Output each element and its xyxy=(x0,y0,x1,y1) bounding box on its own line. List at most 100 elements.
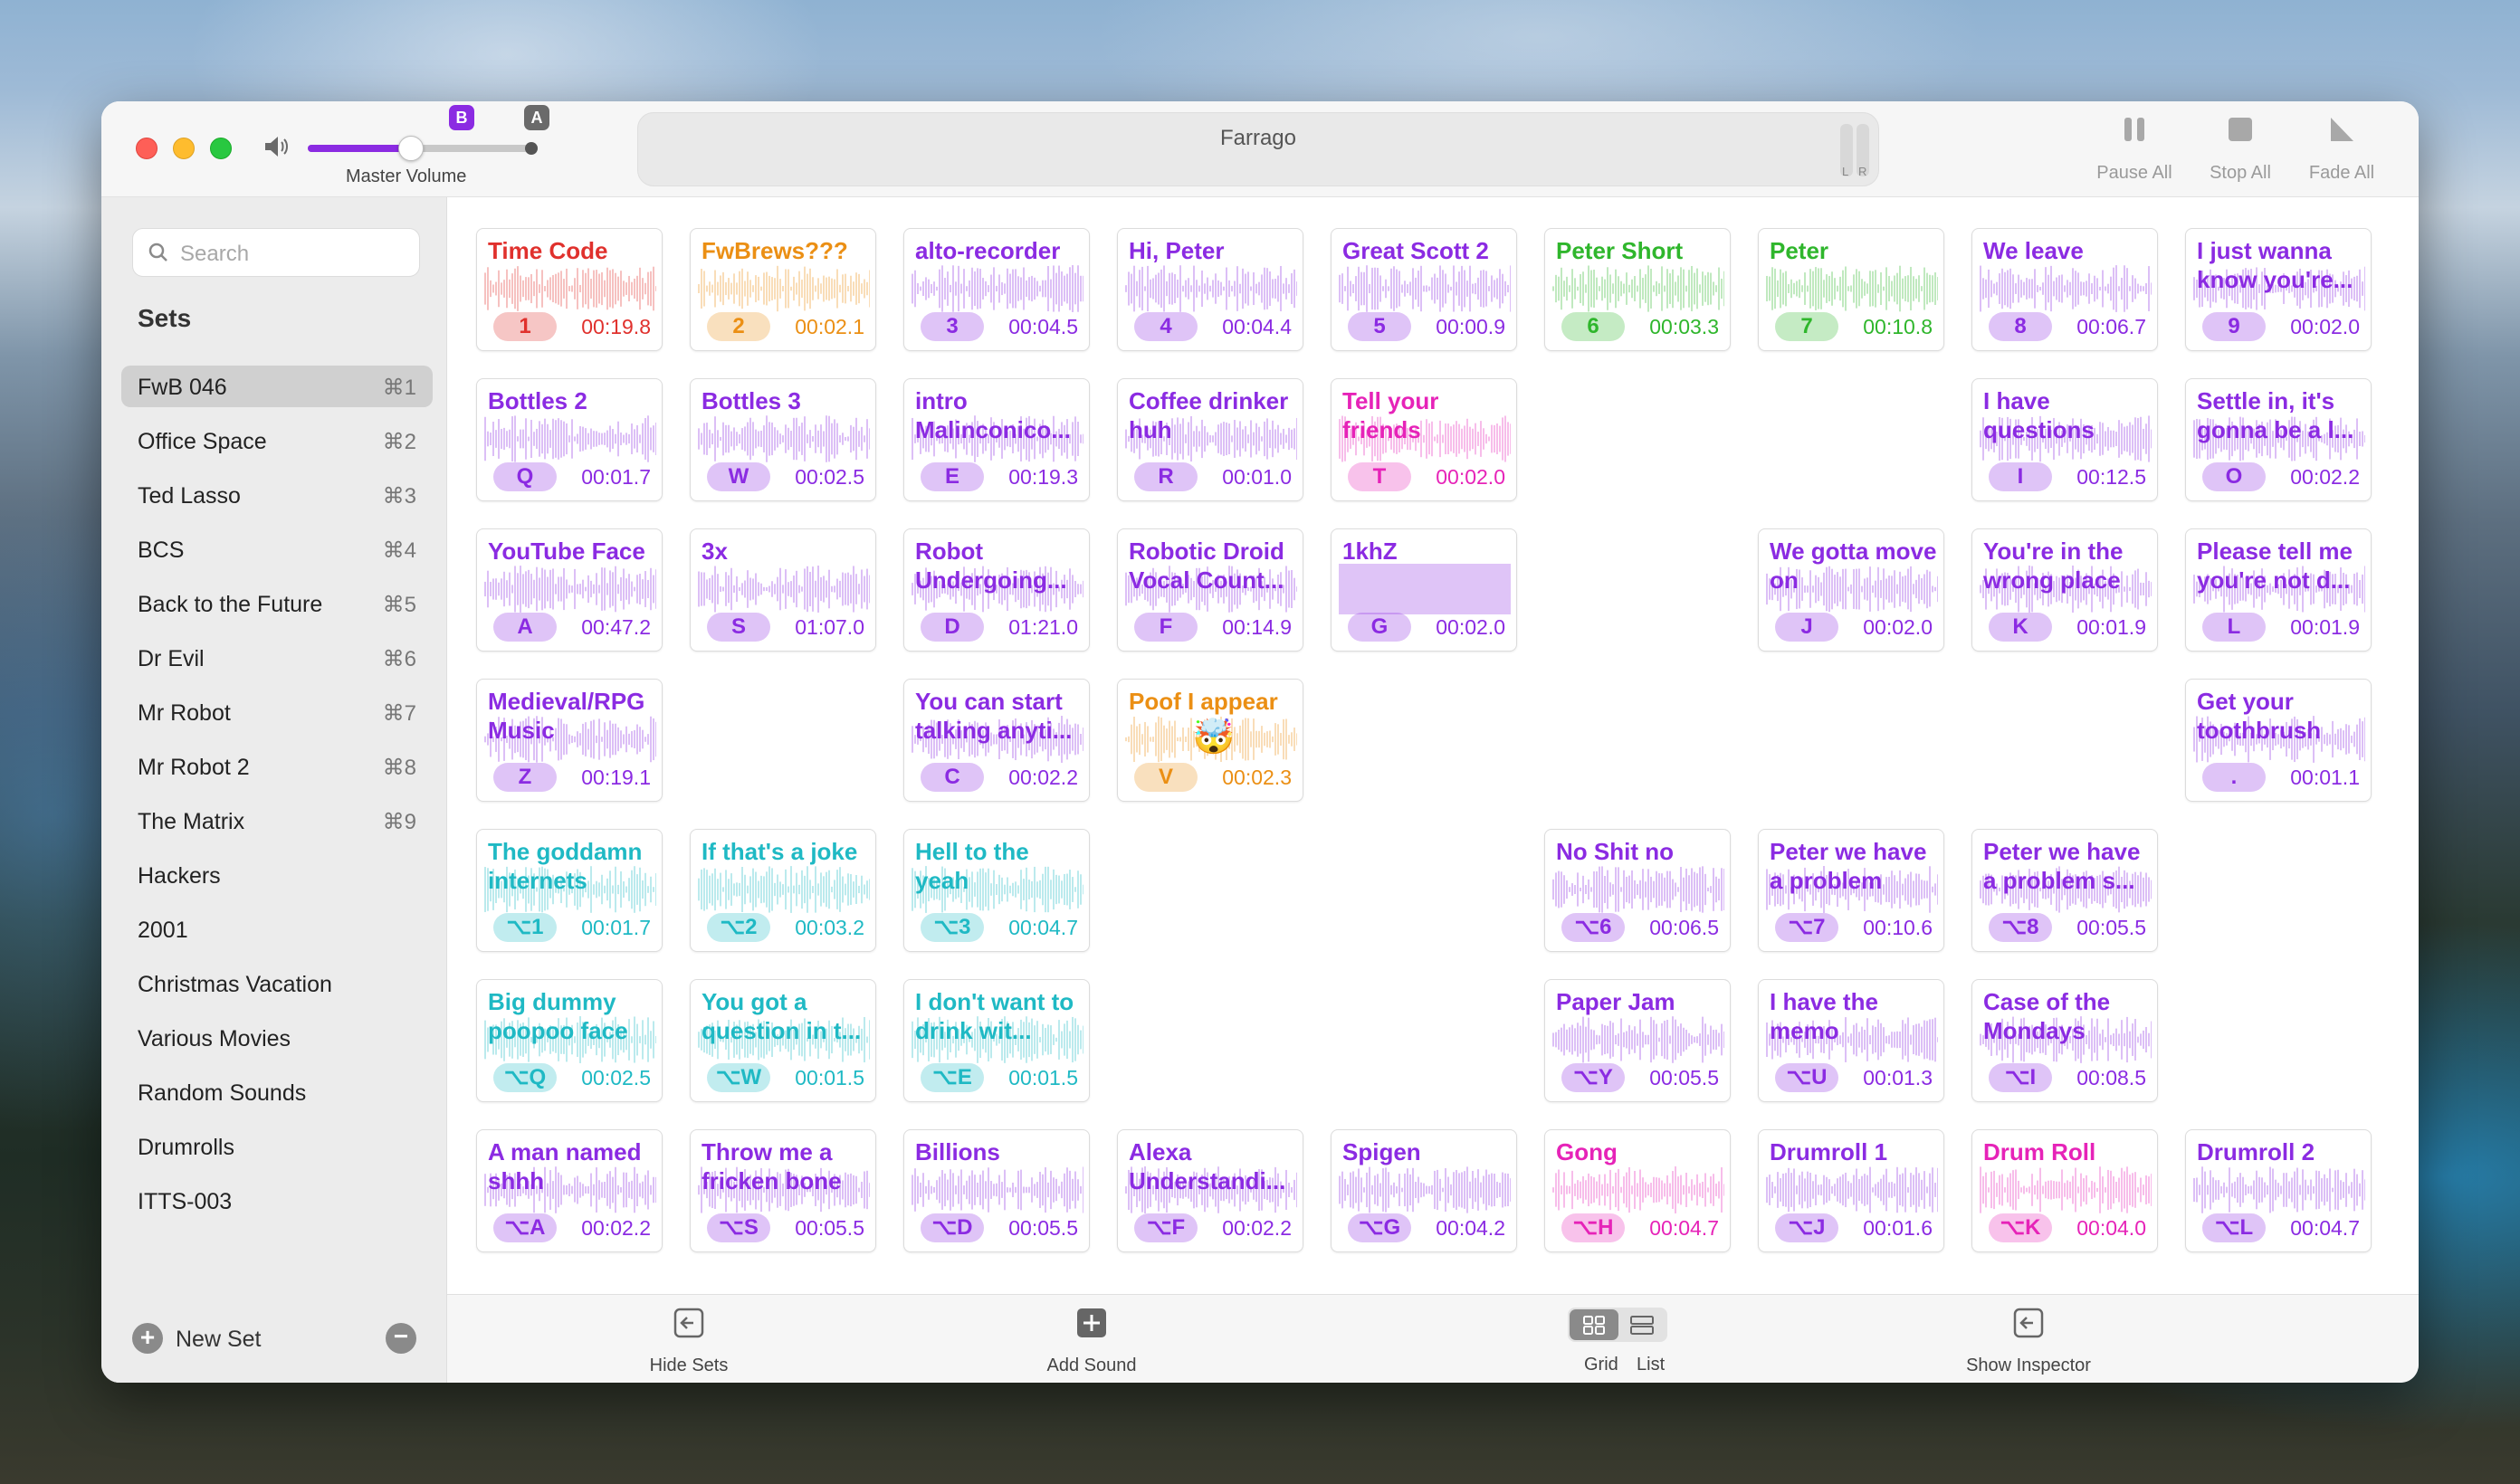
view-mode-toggle[interactable] xyxy=(1568,1308,1667,1342)
sound-tile[interactable]: Drum Roll ⌥K 00:04.0 xyxy=(1971,1129,2158,1252)
sound-tile[interactable]: Peter Short 6 00:03.3 xyxy=(1544,228,1731,351)
sound-tile[interactable]: No Shit no ⌥6 00:06.5 xyxy=(1544,829,1731,952)
set-item[interactable]: BCS ⌘4 xyxy=(121,528,433,570)
set-item[interactable]: Random Sounds xyxy=(121,1071,433,1113)
sound-tile[interactable]: A man named shhh ⌥A 00:02.2 xyxy=(476,1129,663,1252)
sound-tile[interactable]: Hell to the yeah ⌥3 00:04.7 xyxy=(903,829,1090,952)
sound-tile[interactable]: I have questions I 00:12.5 xyxy=(1971,378,2158,501)
sound-grid: Time Code 1 00:19.8 FwBrews??? 2 00:02.1 alto-… xyxy=(476,228,2395,1278)
sound-duration: 00:02.0 xyxy=(2290,315,2360,338)
set-item[interactable]: FwB 046 ⌘1 xyxy=(121,366,433,407)
sound-tile[interactable]: Peter we have a problem ⌥7 00:10.6 xyxy=(1758,829,1944,952)
master-volume-slider[interactable] xyxy=(308,136,538,161)
sound-tile[interactable]: I just wanna know you're... 9 00:02.0 xyxy=(2185,228,2372,351)
plus-icon: + xyxy=(132,1323,163,1354)
master-volume-knob[interactable] xyxy=(398,136,425,161)
pause-all-button[interactable]: Pause All xyxy=(2089,114,2180,184)
sound-tile[interactable]: Tell your friends T 00:02.0 xyxy=(1331,378,1517,501)
speaker-icon[interactable] xyxy=(262,134,291,159)
hotkey-badge: J xyxy=(1775,613,1838,642)
sound-tile[interactable]: Billions ⌥D 00:05.5 xyxy=(903,1129,1090,1252)
set-item[interactable]: Mr Robot 2 ⌘8 xyxy=(121,746,433,787)
waveform-graphic xyxy=(912,265,1083,312)
set-item[interactable]: 2001 xyxy=(121,908,433,950)
set-item[interactable]: Office Space ⌘2 xyxy=(121,420,433,461)
hotkey-badge: ⌥K xyxy=(1989,1213,2052,1242)
sound-tile[interactable]: intro Malinconico... E 00:19.3 xyxy=(903,378,1090,501)
sound-tile[interactable]: Drumroll 2 ⌥L 00:04.7 xyxy=(2185,1129,2372,1252)
sound-duration: 00:04.5 xyxy=(1008,315,1078,338)
sound-tile[interactable]: We leave 8 00:06.7 xyxy=(1971,228,2158,351)
sound-tile[interactable]: Robotic Droid Vocal Count... F 00:14.9 xyxy=(1117,528,1303,652)
set-item[interactable]: Mr Robot ⌘7 xyxy=(121,691,433,733)
set-item[interactable]: ITTS-003 xyxy=(121,1180,433,1222)
sound-tile[interactable]: The goddamn internets ⌥1 00:01.7 xyxy=(476,829,663,952)
sound-tile[interactable]: 3x S 01:07.0 xyxy=(690,528,876,652)
sound-tile[interactable]: I don't want to drink wit... ⌥E 00:01.5 xyxy=(903,979,1090,1102)
sound-tile[interactable]: Robot Undergoing... D 01:21.0 xyxy=(903,528,1090,652)
sound-tile[interactable]: We gotta move on J 00:02.0 xyxy=(1758,528,1944,652)
sound-tile[interactable]: Bottles 3 W 00:02.5 xyxy=(690,378,876,501)
show-inspector-label: Show Inspector xyxy=(1966,1356,2091,1375)
search-field[interactable]: Search xyxy=(132,228,420,277)
zoom-window-button[interactable] xyxy=(210,138,232,159)
set-item[interactable]: The Matrix ⌘9 xyxy=(121,800,433,842)
sound-tile[interactable]: Time Code 1 00:19.8 xyxy=(476,228,663,351)
sound-duration: 00:01.7 xyxy=(581,916,651,939)
sound-tile[interactable]: Poof I appear 🤯 V 00:02.3 xyxy=(1117,679,1303,802)
set-item[interactable]: Various Movies xyxy=(121,1017,433,1059)
sound-tile[interactable]: Alexa Understandi... ⌥F 00:02.2 xyxy=(1117,1129,1303,1252)
sound-tile[interactable]: I have the memo ⌥U 00:01.3 xyxy=(1758,979,1944,1102)
sound-tile[interactable]: Peter we have a problem s... ⌥8 00:05.5 xyxy=(1971,829,2158,952)
sound-tile[interactable]: Peter 7 00:10.8 xyxy=(1758,228,1944,351)
remove-set-button[interactable]: − xyxy=(386,1323,416,1354)
grid-view-button[interactable] xyxy=(1570,1309,1618,1340)
set-item-label: Mr Robot 2 xyxy=(138,755,250,780)
set-item[interactable]: Ted Lasso ⌘3 xyxy=(121,474,433,516)
sound-tile[interactable]: Medieval/RPG Music Z 00:19.1 xyxy=(476,679,663,802)
sound-tile[interactable]: Bottles 2 Q 00:01.7 xyxy=(476,378,663,501)
sound-duration: 00:02.0 xyxy=(1436,465,1505,489)
close-window-button[interactable] xyxy=(136,138,158,159)
set-item[interactable]: Dr Evil ⌘6 xyxy=(121,637,433,679)
sound-title: A man named shhh xyxy=(488,1138,642,1194)
sound-tile[interactable]: Throw me a fricken bone ⌥S 00:05.5 xyxy=(690,1129,876,1252)
sound-tile[interactable]: Drumroll 1 ⌥J 00:01.6 xyxy=(1758,1129,1944,1252)
marker-b-badge[interactable]: B xyxy=(449,105,474,130)
set-item[interactable]: Drumrolls xyxy=(121,1126,433,1167)
sound-tile[interactable]: Case of the Mondays ⌥I 00:08.5 xyxy=(1971,979,2158,1102)
set-item[interactable]: Hackers xyxy=(121,854,433,896)
list-view-button[interactable] xyxy=(1618,1309,1666,1340)
sound-tile[interactable]: Paper Jam ⌥Y 00:05.5 xyxy=(1544,979,1731,1102)
sound-tile[interactable]: YouTube Face A 00:47.2 xyxy=(476,528,663,652)
hotkey-badge: 5 xyxy=(1348,312,1411,341)
sound-tile[interactable]: Spigen ⌥G 00:04.2 xyxy=(1331,1129,1517,1252)
sound-tile[interactable]: 1khZ G 00:02.0 xyxy=(1331,528,1517,652)
show-inspector-button[interactable]: Show Inspector xyxy=(1961,1308,2096,1376)
sound-tile[interactable]: Gong ⌥H 00:04.7 xyxy=(1544,1129,1731,1252)
sound-tile[interactable]: Hi, Peter 4 00:04.4 xyxy=(1117,228,1303,351)
sound-tile[interactable]: FwBrews??? 2 00:02.1 xyxy=(690,228,876,351)
set-item[interactable]: Christmas Vacation xyxy=(121,963,433,1004)
sound-tile[interactable]: You're in the wrong place K 00:01.9 xyxy=(1971,528,2158,652)
sound-title: 1khZ xyxy=(1342,537,1398,565)
set-item[interactable]: Back to the Future ⌘5 xyxy=(121,583,433,624)
sound-tile[interactable]: You can start talking anyti... C 00:02.2 xyxy=(903,679,1090,802)
hide-sets-button[interactable]: Hide Sets xyxy=(639,1308,739,1376)
sound-tile[interactable]: Please tell me you're not d... L 00:01.9 xyxy=(2185,528,2372,652)
sound-title: Robotic Droid Vocal Count... xyxy=(1129,537,1284,594)
sound-tile[interactable]: Settle in, it's gonna be a l... O 00:02.2 xyxy=(2185,378,2372,501)
stop-all-button[interactable]: Stop All xyxy=(2195,114,2286,184)
sound-tile[interactable]: Get your toothbrush. 00:01.1 xyxy=(2185,679,2372,802)
add-sound-button[interactable]: Add Sound xyxy=(1037,1308,1146,1376)
fade-all-button[interactable]: Fade All xyxy=(2296,114,2387,184)
sound-tile[interactable]: Great Scott 2 5 00:00.9 xyxy=(1331,228,1517,351)
sound-tile[interactable]: If that's a joke ⌥2 00:03.2 xyxy=(690,829,876,952)
sound-tile[interactable]: You got a question in t... ⌥W 00:01.5 xyxy=(690,979,876,1102)
minimize-window-button[interactable] xyxy=(173,138,195,159)
set-item-label: Christmas Vacation xyxy=(138,972,332,997)
sound-tile[interactable]: alto-recorder 3 00:04.5 xyxy=(903,228,1090,351)
sound-tile[interactable]: Coffee drinker huh R 00:01.0 xyxy=(1117,378,1303,501)
sound-tile[interactable]: Big dummy poopoo face ⌥Q 00:02.5 xyxy=(476,979,663,1102)
marker-a-badge[interactable]: A xyxy=(524,105,549,130)
